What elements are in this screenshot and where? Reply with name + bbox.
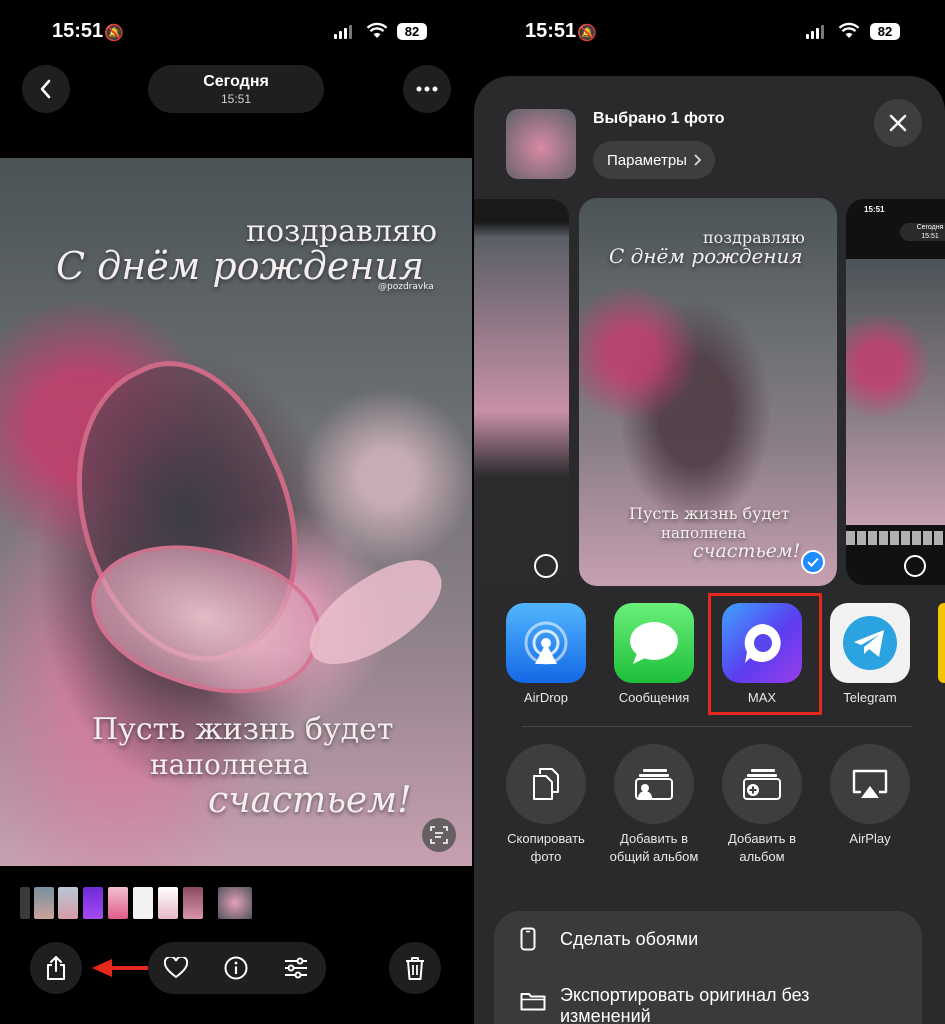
airplay-button[interactable] xyxy=(830,744,910,824)
info-icon[interactable] xyxy=(224,956,248,980)
mini-date-pill: Сегодня 15:51 xyxy=(900,223,945,241)
app-max-label: MAX xyxy=(747,690,777,705)
silent-bell-icon: 🔕 xyxy=(577,25,597,42)
app-messages-label: Сообщения xyxy=(618,690,690,705)
delete-button[interactable] xyxy=(389,942,441,994)
set-wallpaper-row[interactable]: Сделать обоями xyxy=(494,911,922,967)
airplay-label: AirPlay xyxy=(849,831,891,846)
shared-album-icon xyxy=(635,769,673,800)
photo-actions-pill xyxy=(148,942,326,994)
thumbnail-current[interactable] xyxy=(218,887,252,919)
mini-thumbnail-strip xyxy=(846,531,945,545)
date-pill[interactable]: Сегодня 15:51 xyxy=(148,65,324,113)
add-to-album-label: Добавить в альбом xyxy=(728,831,796,864)
adjust-icon[interactable] xyxy=(284,957,308,979)
export-original-row[interactable]: Экспортировать оригинал без изменений xyxy=(494,967,922,1024)
birthday-photo[interactable]: поздравляю С днём рождения @pozdravka Пу… xyxy=(0,158,472,866)
battery-icon: 82 xyxy=(870,23,900,40)
photo-signature: @pozdravka xyxy=(378,282,434,292)
max-icon xyxy=(722,603,802,683)
app-airdrop-label: AirDrop xyxy=(523,690,569,705)
app-telegram-label: Telegram xyxy=(843,690,897,705)
mini-status-time: 15:51 xyxy=(864,205,885,214)
cellular-signal-icon xyxy=(334,24,352,39)
selected-checkmark[interactable] xyxy=(801,550,825,574)
preview-card-next[interactable]: 15:51 Сегодня 15:51 xyxy=(846,199,945,585)
copy-photo-button[interactable] xyxy=(506,744,586,824)
add-to-album-button[interactable] xyxy=(722,744,802,824)
preview-text-wish-1: Пусть жизнь будет xyxy=(629,504,790,523)
share-button[interactable] xyxy=(30,942,82,994)
thumbnail[interactable] xyxy=(83,887,103,919)
airdrop-icon xyxy=(506,603,586,683)
copy-photo-label: Скопировать фото xyxy=(507,831,585,864)
back-button[interactable] xyxy=(22,65,70,113)
shared-album-button[interactable] xyxy=(614,744,694,824)
photo-text-birthday: С днём рождения xyxy=(56,244,424,288)
divider xyxy=(522,726,912,727)
add-album-icon xyxy=(743,769,781,800)
export-original-label: Экспортировать оригинал без изменений xyxy=(560,985,810,1024)
live-text-button[interactable] xyxy=(422,818,456,852)
mini-photo xyxy=(846,259,945,525)
thumbnail[interactable] xyxy=(108,887,128,919)
folder-icon xyxy=(520,993,546,1011)
phone-icon xyxy=(520,927,536,951)
share-sheet: Выбрано 1 фото Параметры поздравляю С дн… xyxy=(474,76,945,1024)
app-messages[interactable] xyxy=(614,603,694,683)
heart-icon[interactable] xyxy=(164,957,188,979)
photo-text-wish-1: Пусть жизнь будет xyxy=(92,712,394,747)
selection-circle[interactable] xyxy=(534,554,558,578)
wifi-icon xyxy=(366,22,388,38)
preview-card-selected[interactable]: поздравляю С днём рождения Пусть жизнь б… xyxy=(579,198,837,586)
chevron-left-icon xyxy=(40,79,51,99)
app-partial-next[interactable] xyxy=(938,603,945,683)
share-icon xyxy=(47,956,65,980)
status-time: 15:51 xyxy=(52,20,104,42)
date-title: Сегодня xyxy=(203,73,269,90)
thumbnail[interactable] xyxy=(20,887,30,919)
options-label: Параметры xyxy=(607,151,687,169)
preview-text-wish-3: счастьем! xyxy=(693,540,801,562)
airplay-icon xyxy=(852,769,888,798)
shared-album-label: Добавить в общий альбом xyxy=(609,831,699,864)
thumbnail[interactable] xyxy=(34,887,54,919)
ellipsis-icon xyxy=(416,86,438,92)
preview-card-previous[interactable] xyxy=(474,199,569,585)
options-button[interactable]: Параметры xyxy=(593,141,715,179)
preview-text-birthday: С днём рождения xyxy=(609,244,803,268)
thumbnail[interactable] xyxy=(183,887,203,919)
telegram-icon xyxy=(830,603,910,683)
app-max[interactable] xyxy=(722,603,802,683)
checkmark-icon xyxy=(807,557,819,567)
battery-icon: 82 xyxy=(397,23,427,40)
chevron-right-icon xyxy=(694,154,701,166)
mini-date-title: Сегодня xyxy=(916,224,944,231)
thumbnail[interactable] xyxy=(158,887,178,919)
close-button[interactable] xyxy=(874,99,922,147)
selected-photo-thumbnail xyxy=(506,109,576,179)
photo-text-wish-2: наполнена xyxy=(150,748,310,781)
set-wallpaper-label: Сделать обоями xyxy=(560,928,699,949)
more-button[interactable] xyxy=(403,65,451,113)
app-airdrop[interactable] xyxy=(506,603,586,683)
trash-icon xyxy=(406,957,424,980)
thumbnail[interactable] xyxy=(133,887,153,919)
app-telegram[interactable] xyxy=(830,603,910,683)
photo-text-wish-3: счастьем! xyxy=(208,780,412,821)
messages-icon xyxy=(614,603,694,683)
mini-date-time: 15:51 xyxy=(921,233,939,240)
wifi-icon xyxy=(838,22,860,38)
selection-circle[interactable] xyxy=(904,555,926,577)
selection-title: Выбрано 1 фото xyxy=(593,110,725,127)
close-icon xyxy=(889,114,907,132)
thumbnail[interactable] xyxy=(58,887,78,919)
action-list: Сделать обоями Экспортировать оригинал б… xyxy=(494,911,922,1024)
status-time: 15:51 xyxy=(525,20,577,42)
live-text-icon xyxy=(430,826,448,844)
silent-bell-icon: 🔕 xyxy=(104,25,124,42)
date-time: 15:51 xyxy=(220,92,252,106)
copy-icon xyxy=(533,768,559,800)
cellular-signal-icon xyxy=(806,24,824,39)
